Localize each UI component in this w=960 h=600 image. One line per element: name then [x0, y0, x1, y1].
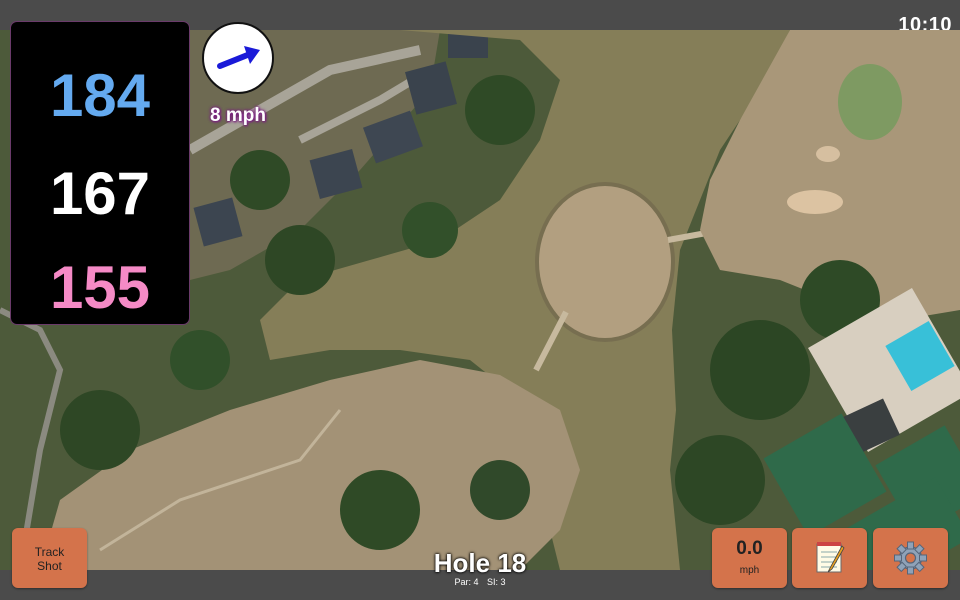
back-distance: 184 [49, 62, 151, 129]
wind-speed-label: 8 mph [210, 105, 266, 126]
speed-button[interactable]: 0.0 mph [712, 528, 787, 588]
par-label: Par: 4 [454, 577, 479, 587]
front-distance: 155 [49, 254, 151, 321]
track-shot-label-line1: Track [34, 545, 65, 559]
wind-arrow-icon [217, 46, 260, 69]
speed-unit: mph [739, 565, 760, 576]
si-label: SI: 3 [487, 577, 506, 587]
hole-info: Par: 4 SI: 3 [380, 577, 580, 587]
distance-panel: 184 167 155 [11, 22, 189, 324]
notepad-icon [816, 542, 845, 573]
track-shot-button[interactable]: Track Shot [12, 528, 87, 588]
speed-value: 0.0 [736, 538, 763, 559]
gear-icon [894, 541, 927, 575]
hole-title: Hole 18 [433, 548, 527, 578]
middle-distance: 167 [49, 160, 151, 227]
settings-button[interactable] [873, 528, 948, 588]
scorecard-button[interactable] [792, 528, 867, 588]
wind-indicator [202, 22, 274, 94]
track-shot-label-line2: Shot [37, 559, 62, 573]
